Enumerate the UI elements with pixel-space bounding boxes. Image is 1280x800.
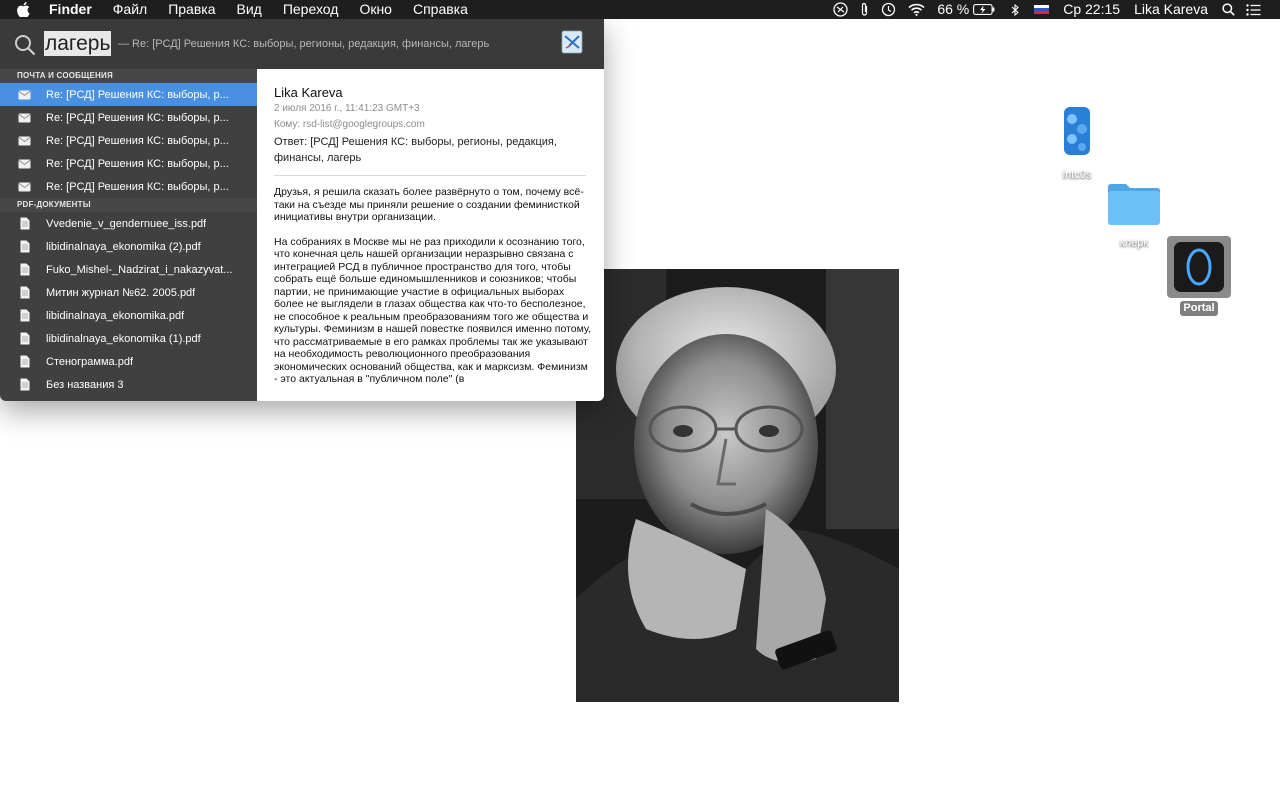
battery-charging-icon[interactable] (973, 4, 995, 15)
battery-percent[interactable]: 66 % (937, 0, 969, 19)
result-row-pdf[interactable]: libidinalnaya_ekonomika (2).pdf (0, 235, 257, 258)
email-body-paragraph: Друзья, я решила сказать более развёрнут… (274, 186, 584, 223)
email-subject: Ответ: [РСД] Решения КС: выборы, регионы… (274, 136, 557, 164)
result-row-pdf[interactable]: Fuko_Mishel-_Nadzirat_i_nakazyvat... (0, 258, 257, 281)
result-label: Без названия 3 (46, 378, 124, 391)
menu-go[interactable]: Переход (283, 0, 339, 19)
user-name[interactable]: Lika Kareva (1134, 0, 1208, 19)
menu-window[interactable]: Окно (359, 0, 392, 19)
result-row-pdf[interactable]: Vvedenie_v_gendernuee_iss.pdf (0, 212, 257, 235)
menu-bar: Finder Файл Правка Вид Переход Окно Спра… (0, 0, 1280, 19)
result-label: Re: [РСД] Решения КС: выборы, р... (46, 111, 229, 124)
result-row-pdf[interactable]: Без названия 3 (0, 373, 257, 396)
menu-view[interactable]: Вид (237, 0, 262, 19)
wifi-icon[interactable] (908, 3, 925, 16)
menu-file[interactable]: Файл (113, 0, 147, 19)
spotlight-results-list: ПОЧТА И СООБЩЕНИЯ Re: [РСД] Решения КС: … (0, 69, 257, 401)
envelope-icon (18, 157, 31, 171)
menu-edit[interactable]: Правка (168, 0, 215, 19)
result-row-pdf[interactable]: Митин журнал №62. 2005.pdf (0, 281, 257, 304)
desktop-icon-label: клерк (1119, 237, 1149, 249)
result-label: Стенограмма.pdf (46, 355, 134, 368)
mail-app-icon (561, 30, 583, 54)
spotlight-preview-pane[interactable]: Lika Kareva 2 июля 2016 г., 11:41:23 GMT… (257, 69, 604, 401)
result-label: Re: [РСД] Решения КС: выборы, р... (46, 134, 229, 147)
paperclip-icon[interactable] (860, 2, 869, 17)
email-body-paragraph: На собраниях в Москве мы не раз приходил… (274, 235, 592, 386)
document-icon (18, 378, 31, 392)
email-sender: Lika Kareva (274, 85, 343, 100)
portal-app-icon (1174, 242, 1224, 292)
desktop-icon-label: intc0s (1062, 169, 1092, 181)
spotlight-search-icon[interactable] (1222, 3, 1235, 16)
result-label: Митин журнал №62. 2005.pdf (46, 286, 196, 299)
result-row-mail[interactable]: Re: [РСД] Решения КС: выборы, р... (0, 152, 257, 175)
document-icon (18, 355, 31, 369)
email-body: Друзья, я решила сказать более развёрнут… (274, 186, 592, 398)
portrait-photo (576, 269, 899, 702)
result-label: Vvedenie_v_gendernuee_iss.pdf (46, 217, 207, 230)
result-row-pdf[interactable]: libidinalnaya_ekonomika (1).pdf (0, 327, 257, 350)
result-label: libidinalnaya_ekonomika (1).pdf (46, 332, 201, 345)
result-label: Re: [РСД] Решения КС: выборы, р... (46, 180, 229, 193)
search-completion-hint: — Re: [РСД] Решения КС: выборы, регионы,… (118, 38, 490, 50)
document-icon (18, 309, 31, 323)
section-header-pdf: PDF-ДОКУМЕНТЫ (0, 198, 257, 212)
spotlight-search-bar: лагерь — Re: [РСД] Решения КС: выборы, р… (0, 19, 604, 69)
search-icon (14, 34, 36, 61)
time-machine-icon[interactable] (881, 2, 896, 17)
accessibility-icon[interactable] (833, 2, 848, 17)
document-icon (18, 332, 31, 346)
envelope-icon (18, 180, 31, 194)
result-label: Re: [РСД] Решения КС: выборы, р... (46, 88, 229, 101)
section-header-mail: ПОЧТА И СООБЩЕНИЯ (0, 69, 257, 83)
divider (274, 175, 586, 176)
result-row-mail[interactable]: Re: [РСД] Решения КС: выборы, р... (0, 106, 257, 129)
result-row-mail[interactable]: Re: [РСД] Решения КС: выборы, р... (0, 83, 257, 106)
email-date: 2 июля 2016 г., 11:41:23 GMT+3 (274, 103, 420, 114)
input-source-flag-icon[interactable] (1034, 4, 1050, 15)
envelope-icon (18, 88, 31, 102)
result-row-mail[interactable]: Re: [РСД] Решения КС: выборы, р... (0, 175, 257, 198)
document-icon (18, 217, 31, 231)
spotlight-window: лагерь — Re: [РСД] Решения КС: выборы, р… (0, 19, 604, 401)
result-row-mail[interactable]: Re: [РСД] Решения КС: выборы, р... (0, 129, 257, 152)
desktop-icon-intc0s[interactable]: intc0s (1050, 105, 1104, 181)
envelope-icon (18, 134, 31, 148)
clock[interactable]: Ср 22:15 (1063, 0, 1120, 19)
document-icon (18, 286, 31, 300)
apple-menu-icon[interactable] (17, 2, 31, 17)
desktop-icon-folder[interactable]: клерк (1104, 181, 1164, 249)
notification-center-icon[interactable] (1246, 3, 1261, 16)
result-label: libidinalnaya_ekonomika.pdf (46, 309, 185, 322)
document-icon (18, 263, 31, 277)
menu-help[interactable]: Справка (413, 0, 468, 19)
result-label: Fuko_Mishel-_Nadzirat_i_nakazyvat... (46, 263, 233, 276)
desktop-icon-portal[interactable] (1167, 236, 1231, 298)
search-input[interactable]: лагерь (44, 31, 112, 56)
usb-drive-icon (1064, 107, 1090, 155)
menu-finder[interactable]: Finder (49, 0, 92, 19)
document-icon (18, 240, 31, 254)
envelope-icon (18, 111, 31, 125)
result-row-pdf[interactable]: Стенограмма.pdf (0, 350, 257, 373)
result-label: Re: [РСД] Решения КС: выборы, р... (46, 157, 229, 170)
email-recipient: Кому: rsd-list@googlegroups.com (274, 119, 425, 130)
result-row-pdf[interactable]: libidinalnaya_ekonomika.pdf (0, 304, 257, 327)
result-label: libidinalnaya_ekonomika (2).pdf (46, 240, 201, 253)
desktop-icon-label: Portal (1180, 301, 1218, 316)
folder-icon (1108, 184, 1160, 225)
bluetooth-icon[interactable] (1011, 3, 1020, 17)
